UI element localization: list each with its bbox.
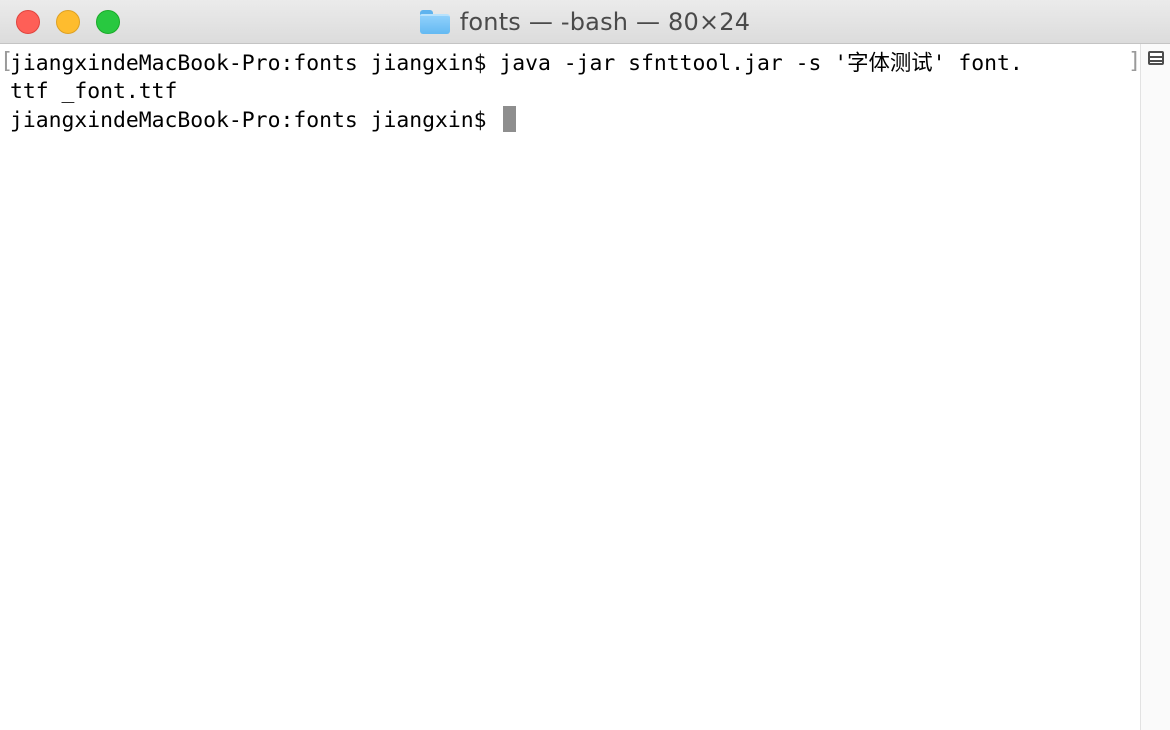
terminal-prompt: jiangxindeMacBook-Pro:fonts jiangxin$ [10, 108, 500, 133]
terminal-window: fonts — -bash — 80×24 jiangxindeMacBook-… [0, 0, 1170, 730]
line-wrap-marker-left: [ [0, 49, 14, 74]
terminal-line-3: jiangxindeMacBook-Pro:fonts jiangxin$ [10, 106, 1140, 134]
minimize-button[interactable] [56, 10, 80, 34]
terminal-line-1: jiangxindeMacBook-Pro:fonts jiangxin$ ja… [10, 51, 1023, 76]
title-bar[interactable]: fonts — -bash — 80×24 [0, 0, 1170, 44]
split-pane-icon[interactable] [1148, 51, 1164, 65]
folder-icon [419, 10, 450, 34]
title-group: fonts — -bash — 80×24 [0, 0, 1170, 44]
zoom-button[interactable] [96, 10, 120, 34]
text-cursor [503, 106, 517, 132]
terminal-content[interactable]: jiangxindeMacBook-Pro:fonts jiangxin$ ja… [0, 44, 1140, 730]
window-title: fonts — -bash — 80×24 [459, 8, 751, 36]
terminal-line-2: ttf _font.ttf [10, 79, 178, 104]
close-button[interactable] [16, 10, 40, 34]
scrollbar[interactable] [1140, 44, 1170, 730]
